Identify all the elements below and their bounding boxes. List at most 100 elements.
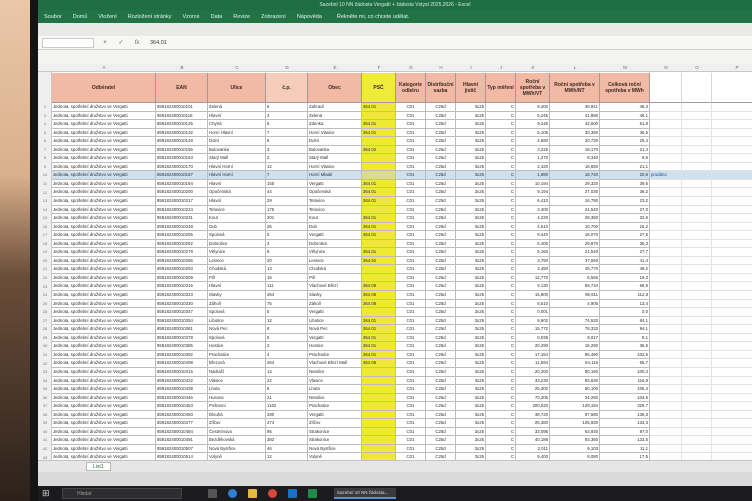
- cell-n[interactable]: [650, 350, 682, 360]
- cell-k[interactable]: 200,520: [516, 402, 550, 411]
- cell-g[interactable]: C01: [396, 385, 426, 394]
- edge-icon[interactable]: [228, 489, 237, 498]
- cell-f[interactable]: 364.01: [362, 120, 396, 129]
- cell-h[interactable]: C25d: [426, 103, 456, 112]
- cell-o[interactable]: [682, 154, 712, 163]
- cell-a[interactable]: Jednota, spotřební družstvo ve Vergatti: [52, 359, 156, 368]
- cell-c[interactable]: Zelená: [208, 103, 266, 112]
- cell-j[interactable]: C: [486, 111, 516, 121]
- cell-i[interactable]: 3x25: [456, 103, 486, 112]
- cell-g[interactable]: C01: [396, 427, 426, 437]
- cell-k[interactable]: 9,440: [516, 231, 550, 240]
- cell-g[interactable]: C01: [396, 214, 426, 223]
- cell-j[interactable]: C: [486, 128, 516, 138]
- cell-b[interactable]: 859182400010187: [156, 171, 208, 180]
- cell-i[interactable]: 3x25: [456, 282, 486, 292]
- cell-g[interactable]: C01: [396, 367, 426, 377]
- cell-k[interactable]: 8,510: [516, 299, 550, 309]
- row-number[interactable]: 18: [38, 240, 52, 249]
- cell-l[interactable]: 24,540: [550, 205, 600, 215]
- cell-n[interactable]: [650, 222, 682, 232]
- cell-d[interactable]: 5: [266, 333, 308, 343]
- cell-o[interactable]: [682, 453, 712, 460]
- cell-d[interactable]: 20: [266, 256, 308, 266]
- cell-n[interactable]: [650, 385, 682, 394]
- cell-k[interactable]: 26,380: [516, 419, 550, 428]
- cell-f[interactable]: [362, 385, 396, 394]
- cell-i[interactable]: 3x25: [456, 128, 486, 138]
- cell-d[interactable]: 12: [266, 453, 308, 460]
- cell-h[interactable]: C25d: [426, 197, 456, 206]
- row-number[interactable]: 7: [38, 146, 52, 155]
- cell-l[interactable]: 96,911: [550, 291, 600, 300]
- cell-p[interactable]: [712, 359, 752, 368]
- cell-d[interactable]: 6: [266, 103, 308, 112]
- cell-i[interactable]: 3x25: [456, 145, 486, 155]
- cell-b[interactable]: 859182400010200: [156, 188, 208, 198]
- cell-i[interactable]: 3x25: [456, 171, 486, 180]
- formula-input[interactable]: 364.01: [150, 40, 167, 46]
- cell-b[interactable]: 859182400010255: [156, 231, 208, 240]
- cell-a[interactable]: Jednota, spotřební družstvo ve Vergatti: [52, 231, 156, 240]
- cell-h[interactable]: C25d: [426, 444, 456, 454]
- cell-j[interactable]: C: [486, 197, 516, 206]
- cell-d[interactable]: 8: [266, 325, 308, 334]
- cell-f[interactable]: 364.01: [362, 248, 396, 257]
- cell-n[interactable]: [650, 427, 682, 437]
- cell-j[interactable]: C: [486, 239, 516, 249]
- cell-e[interactable]: Chodská: [308, 265, 362, 274]
- cell-n[interactable]: [650, 103, 682, 112]
- cell-a[interactable]: Jednota, spotřební družstvo ve Vergatti: [52, 385, 156, 394]
- cell-m[interactable]: 48,1: [600, 111, 650, 121]
- cell-f[interactable]: 364.01: [362, 231, 396, 240]
- header-cell[interactable]: Hlavní jistič: [456, 73, 486, 103]
- cell-m[interactable]: 9,6: [600, 154, 650, 163]
- cell-g[interactable]: C01: [396, 162, 426, 172]
- cell-h[interactable]: C25d: [426, 248, 456, 257]
- cell-j[interactable]: C: [486, 137, 516, 146]
- cell-e[interactable]: Vergatti: [308, 410, 362, 420]
- cell-i[interactable]: 3x25: [456, 376, 486, 386]
- cell-k[interactable]: 38,720: [516, 410, 550, 420]
- cell-m[interactable]: 21,4: [600, 145, 650, 155]
- cell-e[interactable]: Hostice: [308, 342, 362, 351]
- cell-i[interactable]: 3x25: [456, 367, 486, 377]
- cell-l[interactable]: 74,520: [550, 316, 600, 326]
- cell-a[interactable]: Jednota, spotřební družstvo ve Vergatti: [52, 162, 156, 172]
- cell-b[interactable]: 859182400010132: [156, 128, 208, 138]
- cell-a[interactable]: Jednota, spotřební družstvo ve Vergatti: [52, 205, 156, 215]
- cell-j[interactable]: C: [486, 342, 516, 351]
- column-letter[interactable]: P: [712, 64, 752, 72]
- cell-c[interactable]: Zlíčov: [208, 419, 266, 428]
- cell-j[interactable]: C: [486, 419, 516, 428]
- cell-j[interactable]: C: [486, 393, 516, 403]
- cell-p[interactable]: [712, 377, 752, 386]
- cell-c[interactable]: Lhota: [208, 385, 266, 394]
- cell-d[interactable]: 3: [266, 111, 308, 121]
- cell-e[interactable]: Nová Bystřice: [308, 444, 362, 454]
- cell-p[interactable]: [712, 453, 752, 460]
- cell-o[interactable]: [682, 248, 712, 257]
- cell-m[interactable]: 36,5: [600, 128, 650, 138]
- cell-l[interactable]: 29,870: [550, 239, 600, 249]
- cell-i[interactable]: 3x25: [456, 444, 486, 454]
- cell-o[interactable]: [682, 342, 712, 351]
- cell-g[interactable]: C01: [396, 333, 426, 343]
- cell-g[interactable]: C01: [396, 179, 426, 189]
- cell-f[interactable]: 364.01: [362, 179, 396, 189]
- cell-m[interactable]: 27,0: [600, 205, 650, 215]
- cell-n[interactable]: [650, 231, 682, 240]
- cell-d[interactable]: 5: [266, 231, 308, 240]
- cell-p[interactable]: [712, 351, 752, 360]
- cell-h[interactable]: C25d: [426, 145, 456, 155]
- row-number[interactable]: 11: [38, 180, 52, 189]
- tell-me-search[interactable]: Řekněte mi, co chcete udělat.: [337, 14, 409, 20]
- cell-o[interactable]: [682, 393, 712, 403]
- cell-d[interactable]: 22: [266, 376, 308, 386]
- cell-c[interactable]: Dlouhá: [208, 410, 266, 420]
- cell-l[interactable]: 83,630: [550, 376, 600, 386]
- cell-o[interactable]: [682, 419, 712, 428]
- cell-n[interactable]: [650, 410, 682, 420]
- cell-d[interactable]: 4: [266, 350, 308, 360]
- header-cell[interactable]: Roční spotřeba v MWh/NT: [550, 73, 600, 103]
